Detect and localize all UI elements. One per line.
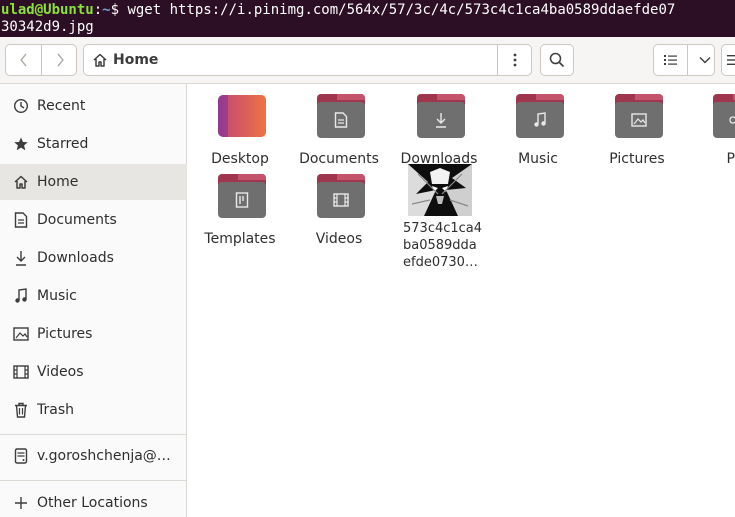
sidebar-item-label: Recent — [37, 98, 86, 114]
navigation-group — [5, 44, 77, 76]
folder-icon — [417, 94, 465, 138]
list-icon — [663, 55, 677, 65]
chevron-right-icon — [56, 53, 64, 67]
header-bar: Home — [0, 37, 735, 84]
film-icon — [317, 182, 365, 218]
sidebar-item-videos[interactable]: Videos — [0, 354, 187, 390]
file-name: Pu — [726, 151, 735, 167]
chevron-down-icon — [699, 57, 710, 64]
sidebar-separator — [0, 434, 187, 435]
search-button[interactable] — [540, 44, 574, 76]
folder-icon — [317, 94, 365, 138]
sidebar-item-label: Other Locations — [37, 495, 148, 511]
home-icon — [12, 173, 30, 191]
picture-icon — [615, 102, 663, 138]
folder-icon — [218, 174, 266, 218]
music-icon — [516, 102, 564, 138]
file-view: Desktop Documents Downloads Music Pictur… — [188, 84, 735, 517]
path-segment-label: Home — [113, 52, 159, 68]
folder-icon — [317, 174, 365, 218]
share-icon — [713, 102, 735, 138]
file-name: Videos — [315, 231, 363, 247]
file-name: Documents — [299, 151, 379, 167]
folder-icon — [713, 94, 735, 138]
terminal-command-continued: 30342d9.jpg — [1, 19, 94, 35]
file-name: Desktop — [211, 151, 269, 167]
file-name: Pictures — [609, 151, 665, 167]
sidebar-item-label: Starred — [37, 136, 89, 152]
sidebar-item-home[interactable]: Home — [0, 164, 187, 200]
sidebar-item-label: Videos — [37, 364, 84, 380]
sidebar-item-trash[interactable]: Trash — [0, 392, 187, 428]
download-icon — [12, 249, 30, 267]
folder-icon — [615, 94, 663, 138]
template-icon — [218, 182, 266, 218]
file-name: 573c4c1ca4 ba0589dda efde0730… — [403, 221, 483, 270]
sidebar-item-downloads[interactable]: Downloads — [0, 240, 187, 276]
sidebar-item-label: Music — [37, 288, 77, 304]
film-icon — [12, 363, 30, 381]
view-options-button[interactable] — [688, 45, 721, 75]
search-icon — [549, 52, 565, 68]
terminal-colon: : — [93, 2, 103, 18]
forward-button[interactable] — [42, 45, 77, 75]
chevron-left-icon — [19, 53, 27, 67]
clock-icon — [12, 97, 30, 115]
picture-icon — [12, 325, 30, 343]
terminal-user-host: ulad@Ubuntu — [1, 2, 94, 18]
list-view-button[interactable] — [654, 45, 687, 75]
drive-icon — [12, 447, 30, 465]
desktop-folder-icon — [218, 95, 266, 137]
terminal-output: ulad@Ubuntu:~$ wget https://i.pinimg.com… — [0, 0, 735, 37]
sidebar-item-recent[interactable]: Recent — [0, 88, 187, 124]
places-sidebar: Recent Starred Home Documents Downloads … — [0, 84, 187, 517]
sidebar-item-pictures[interactable]: Pictures — [0, 316, 187, 352]
sidebar-item-starred[interactable]: Starred — [0, 126, 187, 162]
sidebar-item-label: Pictures — [37, 326, 93, 342]
image-thumbnail — [408, 164, 472, 216]
document-icon — [317, 102, 365, 138]
trash-icon — [12, 401, 30, 419]
home-icon — [93, 53, 107, 67]
star-icon — [12, 135, 30, 153]
music-icon — [12, 287, 30, 305]
sidebar-item-label: Documents — [37, 212, 117, 228]
document-icon — [12, 211, 30, 229]
plus-icon — [12, 494, 30, 512]
sidebar-item-label: Trash — [37, 402, 74, 418]
file-name: Templates — [204, 231, 276, 247]
sidebar-item-label: Home — [37, 174, 79, 190]
sidebar-item-drive[interactable]: v.goroshchenja@… — [0, 438, 187, 474]
sidebar-separator — [0, 480, 187, 481]
file-name: Music — [518, 151, 558, 167]
sidebar-item-label: v.goroshchenja@… — [37, 448, 171, 464]
sidebar-item-label: Downloads — [37, 250, 114, 266]
terminal-path: ~ — [102, 2, 111, 18]
sidebar-item-other-locations[interactable]: Other Locations — [0, 485, 187, 517]
terminal-command: $ wget https://i.pinimg.com/564x/57/3c/4… — [110, 2, 676, 18]
download-icon — [417, 102, 465, 138]
view-controls — [653, 44, 715, 76]
back-button[interactable] — [6, 45, 41, 75]
folder-icon — [516, 94, 564, 138]
path-menu-button[interactable] — [497, 45, 531, 75]
hamburger-icon — [727, 55, 735, 65]
sidebar-item-music[interactable]: Music — [0, 278, 187, 314]
vertical-dots-icon — [513, 53, 516, 67]
location-pathbar[interactable]: Home — [83, 44, 532, 76]
path-segment-home[interactable]: Home — [84, 45, 498, 75]
main-menu-button[interactable] — [721, 44, 735, 76]
sidebar-item-documents[interactable]: Documents — [0, 202, 187, 238]
